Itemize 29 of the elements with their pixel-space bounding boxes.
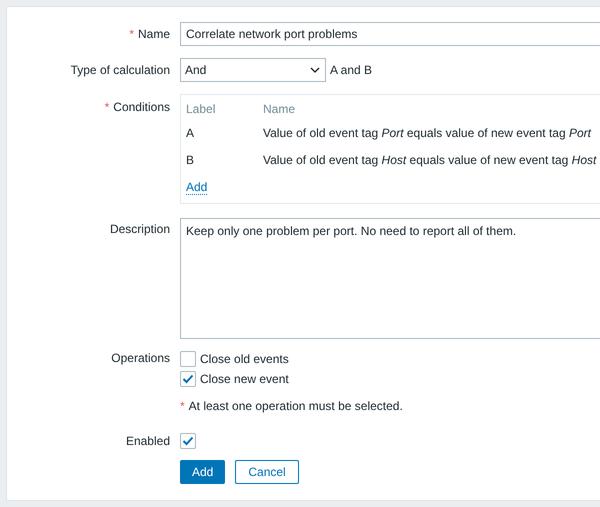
checkbox[interactable] — [180, 351, 196, 367]
field-label: Description — [110, 222, 170, 236]
checkbox[interactable] — [180, 371, 196, 387]
name-input[interactable]: Correlate network port problems — [180, 22, 600, 46]
form-button[interactable]: Cancel — [235, 460, 299, 484]
checkbox-label[interactable]: Close new event — [200, 372, 289, 386]
field-label: Operations — [111, 351, 170, 365]
table-cell-text: Value of old event tag Host equals value of new event tag Host — [263, 152, 596, 169]
formula-text: A and B — [330, 63, 372, 77]
calculation-select[interactable]: And — [180, 58, 326, 82]
checkbox-label[interactable]: Close old events — [200, 352, 289, 366]
field-label: Name — [138, 27, 170, 41]
column-header: Name — [263, 101, 296, 118]
form-button[interactable]: Add — [180, 460, 226, 484]
table-cell: A — [186, 120, 263, 147]
checkbox[interactable] — [180, 433, 196, 449]
table-cell-text: Value of old event tag Port equals value of new event tag Port — [263, 125, 592, 142]
hint-text: At least one operation must be selected. — [188, 399, 403, 413]
description-textarea[interactable]: Keep only one problem per port. No need to report all of them. — [180, 218, 600, 339]
chevron-down-icon — [310, 67, 320, 73]
column-header: Label — [186, 101, 216, 118]
required-mark: * — [129, 27, 134, 41]
field-label: Conditions — [113, 100, 170, 114]
table-cell: B — [186, 147, 263, 174]
field-label: Type of calculation — [70, 63, 170, 77]
required-mark: * — [180, 399, 185, 413]
add-condition-link[interactable]: Add — [186, 180, 208, 195]
field-label: Enabled — [126, 434, 170, 448]
required-mark: * — [104, 100, 110, 114]
